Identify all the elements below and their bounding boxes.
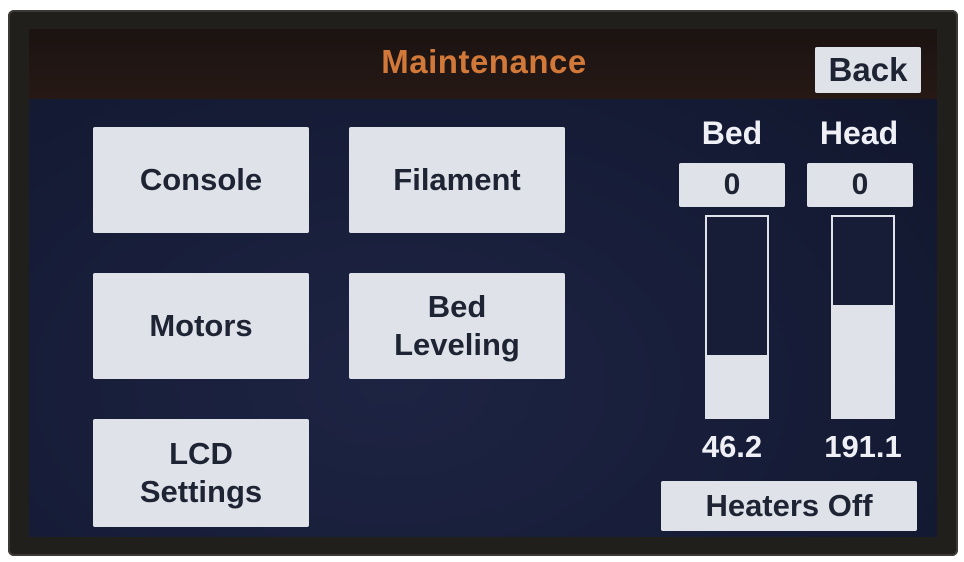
bed-leveling-label-line1: Bed	[427, 289, 487, 324]
bed-temp-bar-fill	[707, 355, 767, 417]
lcd-settings-button[interactable]: LCD Settings	[93, 419, 309, 527]
bed-leveling-label-line2: Leveling	[394, 327, 520, 362]
lcd-settings-label-line2: Settings	[139, 474, 263, 509]
bed-leveling-button[interactable]: Bed Leveling	[349, 273, 565, 379]
head-temp-bar-fill	[833, 305, 893, 417]
head-setpoint-field[interactable]: 0	[807, 163, 913, 207]
filament-button[interactable]: Filament	[349, 127, 565, 233]
device-bezel: Maintenance Back Console Filament Motors…	[8, 10, 958, 556]
bed-setpoint-field[interactable]: 0	[679, 163, 785, 207]
head-current-temp: 191.1	[824, 429, 902, 464]
page-title: Maintenance	[381, 43, 587, 80]
heaters-off-button[interactable]: Heaters Off	[661, 481, 917, 531]
back-button[interactable]: Back	[815, 47, 921, 93]
head-heater-label: Head	[819, 115, 899, 151]
lcd-screen: Maintenance Back Console Filament Motors…	[29, 29, 937, 537]
motors-button[interactable]: Motors	[93, 273, 309, 379]
lcd-settings-label-line1: LCD	[169, 436, 233, 471]
bed-current-temp: 46.2	[701, 429, 763, 464]
bed-temp-bar	[705, 215, 769, 419]
bed-heater-label: Bed	[701, 115, 763, 151]
head-temp-bar	[831, 215, 895, 419]
console-button[interactable]: Console	[93, 127, 309, 233]
